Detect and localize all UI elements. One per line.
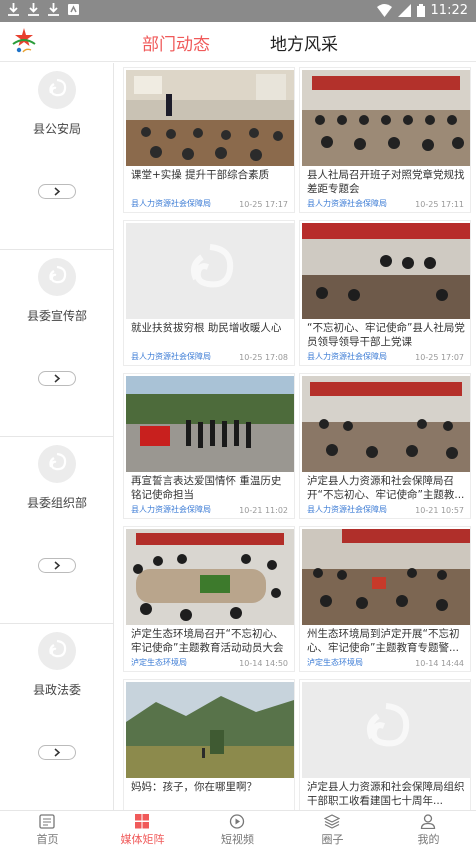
article-time: 10-25 17:11: [415, 200, 464, 209]
article-title: “不忘初心、牢记使命”县人社局党员领导领导干部上党课: [307, 322, 465, 348]
sidebar-item-propaganda[interactable]: 县委宣传部: [0, 250, 114, 437]
grid-icon: [135, 814, 149, 829]
department-name: 县政法委: [32, 683, 81, 697]
article-source: 泸定生态环境局: [131, 658, 187, 667]
article-card[interactable]: “不忘初心、牢记使命”县人社局党员领导领导干部上党课 县人力资源社会保障局 10…: [299, 220, 471, 366]
wifi-icon: [376, 4, 392, 17]
article-photo: [126, 223, 294, 319]
article-photo: [126, 682, 294, 778]
status-bar: 11:22: [0, 0, 476, 22]
article-source: 县人力资源社会保障局: [131, 199, 211, 208]
article-grid: 课堂+实操 提升干部综合素质 县人力资源社会保障局 10-25 17:17 县人…: [121, 63, 476, 810]
article-time: 10-21 10:57: [415, 506, 464, 515]
article-time: 10-14 14:44: [415, 659, 464, 668]
nav-item-media-matrix[interactable]: 媒体矩阵: [95, 811, 190, 846]
department-avatar: [38, 632, 76, 670]
article-photo: [302, 682, 470, 778]
department-avatar: [38, 445, 76, 483]
department-avatar: [38, 258, 76, 296]
department-avatar: [38, 71, 76, 109]
article-card[interactable]: 州生态环境局到泸定开展“不忘初心、牢记使命”主题教育专题警... 泸定生态环境局…: [299, 526, 471, 672]
article-title: 妈妈：孩子，你在哪里啊？: [131, 781, 257, 793]
article-card[interactable]: 泸定县人力资源和社会保障局召开“不忘初心、牢记使命”主题教... 县人力资源社会…: [299, 373, 471, 519]
article-card[interactable]: 妈妈：孩子，你在哪里啊？: [123, 679, 295, 810]
article-title: 县人社局召开班子对照党章党规找差距专题会: [307, 169, 465, 195]
top-bar: 部门动态 地方风采: [0, 22, 476, 62]
article-photo: [126, 529, 294, 625]
nav-item-home[interactable]: 首页: [0, 811, 95, 846]
nav-label: 首页: [36, 833, 59, 846]
department-name: 县委宣传部: [26, 309, 87, 323]
department-name: 县公安局: [32, 122, 81, 136]
app-icon: [68, 4, 79, 15]
nav-label: 我的: [417, 833, 440, 846]
play-icon: [229, 814, 245, 829]
chevron-right-icon: [54, 748, 61, 757]
article-card[interactable]: 泸定县人力资源和社会保障局组织干部职工收看建国七十周年...: [299, 679, 471, 810]
more-button[interactable]: [38, 371, 76, 386]
article-title: 再宣誓言表达爱国情怀 重温历史铭记使命担当: [131, 475, 282, 501]
nav-item-circle[interactable]: 圈子: [285, 811, 380, 846]
nav-item-mine[interactable]: 我的: [381, 811, 476, 846]
chevron-right-icon: [54, 187, 61, 196]
chevron-right-icon: [54, 561, 61, 570]
placeholder-logo-icon: [126, 223, 294, 319]
more-button[interactable]: [38, 745, 76, 760]
department-name: 县委组织部: [26, 496, 87, 510]
download-icon: [48, 3, 59, 16]
article-card[interactable]: 就业扶贫拔穷根 助民增收暖人心 县人力资源社会保障局 10-25 17:08: [123, 220, 295, 366]
article-source: 县人力资源社会保障局: [307, 505, 387, 514]
article-photo: [302, 70, 470, 166]
signal-icon: [397, 4, 411, 17]
article-source: 县人力资源社会保障局: [131, 352, 211, 361]
article-time: 10-25 17:08: [239, 353, 288, 362]
article-time: 10-25 17:17: [239, 200, 288, 209]
sidebar-item-public-security[interactable]: 县公安局: [0, 63, 114, 250]
article-card[interactable]: 泸定生态环境局召开“不忘初心、牢记使命”主题教育活动动员大会 泸定生态环境局 1…: [123, 526, 295, 672]
tab-department-news[interactable]: 部门动态: [142, 30, 210, 55]
chevron-right-icon: [54, 374, 61, 383]
article-card[interactable]: 县人社局召开班子对照党章党规找差距专题会 县人力资源社会保障局 10-25 17…: [299, 67, 471, 213]
sidebar-item-political-legal[interactable]: 县政法委: [0, 624, 114, 811]
download-icon: [8, 3, 19, 16]
article-time: 10-14 14:50: [239, 659, 288, 668]
user-icon: [420, 814, 436, 829]
battery-icon: [416, 4, 425, 17]
article-source: 县人力资源社会保障局: [307, 199, 387, 208]
app-logo-icon: [12, 28, 36, 53]
more-button[interactable]: [38, 184, 76, 199]
download-icon: [28, 3, 39, 16]
article-photo: [302, 529, 470, 625]
article-photo: [302, 376, 470, 472]
article-source: 县人力资源社会保障局: [131, 505, 211, 514]
article-title: 州生态环境局到泸定开展“不忘初心、牢记使命”主题教育专题警...: [307, 628, 460, 654]
article-title: 课堂+实操 提升干部综合素质: [131, 169, 270, 181]
article-source: 县人力资源社会保障局: [307, 352, 387, 361]
sidebar-item-organization[interactable]: 县委组织部: [0, 437, 114, 624]
status-time: 11:22: [430, 3, 468, 18]
tab-local-style[interactable]: 地方风采: [270, 30, 338, 55]
article-card[interactable]: 课堂+实操 提升干部综合素质 县人力资源社会保障局 10-25 17:17: [123, 67, 295, 213]
placeholder-logo-icon: [302, 682, 470, 778]
article-title: 泸定县人力资源和社会保障局召开“不忘初心、牢记使命”主题教...: [307, 475, 465, 501]
article-title: 泸定县人力资源和社会保障局组织干部职工收看建国七十周年...: [307, 781, 465, 807]
article-photo: [126, 376, 294, 472]
article-time: 10-25 17:07: [415, 353, 464, 362]
layers-icon: [324, 814, 340, 829]
article-time: 10-21 11:02: [239, 506, 288, 515]
article-photo: [302, 223, 470, 319]
department-sidebar: 县公安局 县委宣传部 县委组织部 县政法委: [0, 63, 114, 810]
article-card[interactable]: 再宣誓言表达爱国情怀 重温历史铭记使命担当 县人力资源社会保障局 10-21 1…: [123, 373, 295, 519]
nav-label: 圈子: [321, 833, 344, 846]
nav-label: 媒体矩阵: [120, 833, 165, 846]
nav-item-short-video[interactable]: 短视频: [190, 811, 285, 846]
more-button[interactable]: [38, 558, 76, 573]
home-icon: [39, 814, 55, 829]
article-source: 泸定生态环境局: [307, 658, 363, 667]
bottom-nav: 首页 媒体矩阵 短视频 圈子 我的: [0, 810, 476, 846]
nav-label: 短视频: [221, 833, 254, 846]
article-title: 就业扶贫拔穷根 助民增收暖人心: [131, 322, 282, 334]
article-title: 泸定生态环境局召开“不忘初心、牢记使命”主题教育活动动员大会: [131, 628, 284, 654]
article-photo: [126, 70, 294, 166]
